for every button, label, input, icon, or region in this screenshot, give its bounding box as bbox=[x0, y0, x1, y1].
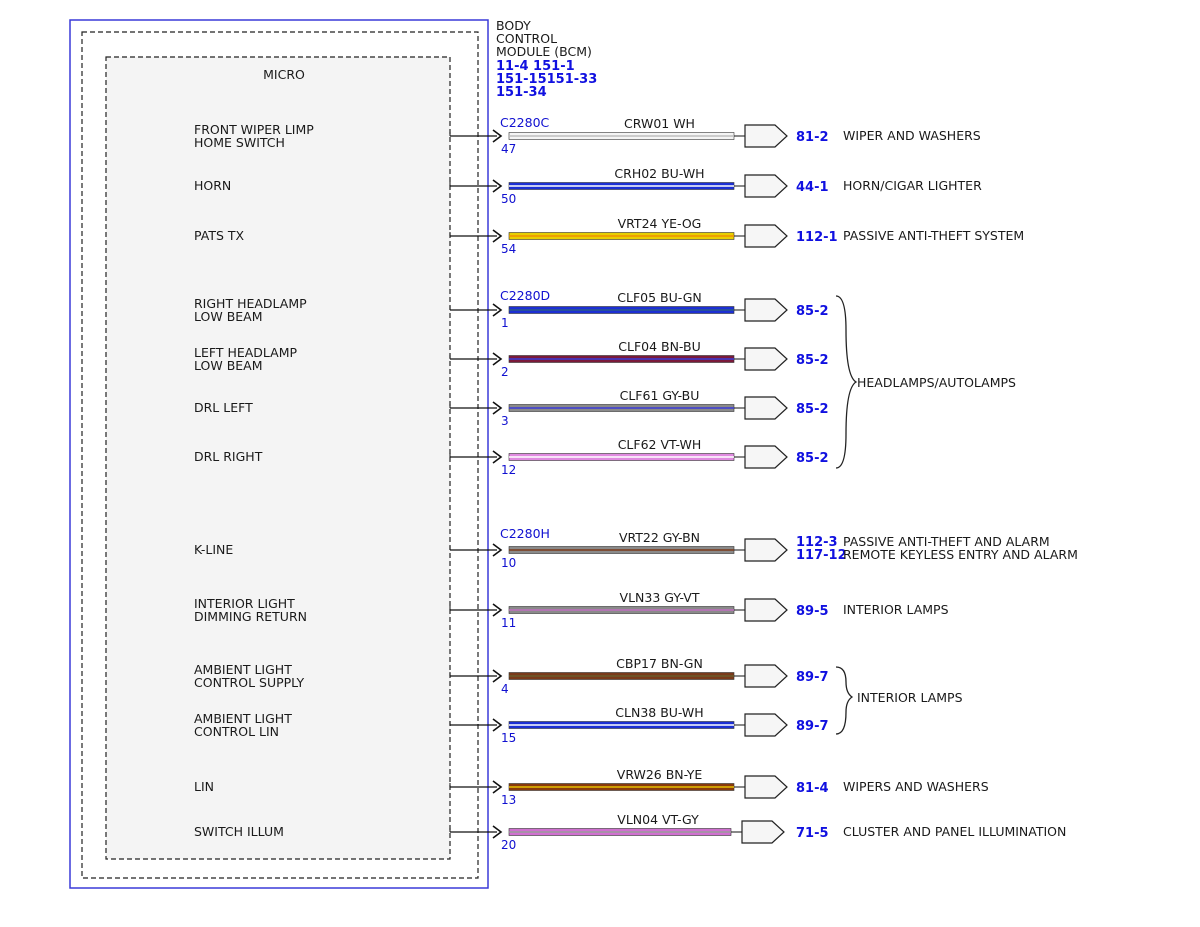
destination-label: WIPERS AND WASHERS bbox=[843, 779, 989, 794]
group-label: HEADLAMPS/AUTOLAMPS bbox=[857, 375, 1016, 390]
offpage-arrow-icon bbox=[744, 598, 788, 622]
offpage-arrow-icon bbox=[744, 298, 788, 322]
destination-label: HORN/CIGAR LIGHTER bbox=[843, 178, 982, 193]
micro-label: MICRO bbox=[263, 67, 305, 82]
wire-label: CRW01 WH bbox=[624, 116, 695, 131]
offpage-arrow-icon bbox=[744, 445, 788, 469]
offpage-arrow-icon bbox=[744, 124, 788, 148]
offpage-arrow-icon bbox=[744, 713, 788, 737]
pin-number: 54 bbox=[501, 242, 516, 256]
wire-label: VRT24 YE-OG bbox=[618, 216, 702, 231]
module-title: BODY CONTROL MODULE (BCM) 11-4 151-1 151… bbox=[496, 18, 597, 100]
module-ref: 151-34 bbox=[496, 85, 547, 100]
wiring-diagram: MICRO BODY CONTROL MODULE (BCM) 11-4 151… bbox=[69, 18, 1078, 889]
pin-function-label: K-LINE bbox=[194, 542, 233, 557]
wire-label: CRH02 BU-WH bbox=[614, 166, 704, 181]
wire-label: CLF61 GY-BU bbox=[620, 388, 700, 403]
pin-function-label: DIMMING RETURN bbox=[194, 609, 307, 624]
page-reference: 85-2 bbox=[796, 353, 829, 368]
page-reference: 81-2 bbox=[796, 130, 829, 145]
pin-number: 50 bbox=[501, 192, 516, 206]
page-reference: 89-7 bbox=[796, 670, 829, 685]
pin-function-label: LOW BEAM bbox=[194, 358, 263, 373]
offpage-arrow-icon bbox=[744, 174, 788, 198]
offpage-arrow-icon bbox=[741, 820, 785, 844]
destination-label: REMOTE KEYLESS ENTRY AND ALARM bbox=[843, 547, 1078, 562]
wire-label: CLN38 BU-WH bbox=[615, 705, 703, 720]
wire-label: CLF62 VT-WH bbox=[618, 437, 702, 452]
connector-id: C2280C bbox=[500, 115, 550, 130]
offpage-arrow-icon bbox=[744, 538, 788, 562]
page-reference: 44-1 bbox=[796, 180, 829, 195]
pin-function-label: CONTROL LIN bbox=[194, 724, 279, 739]
wire-label: VRT22 GY-BN bbox=[619, 530, 700, 545]
group-brace-headlamps: HEADLAMPS/AUTOLAMPS bbox=[835, 295, 1016, 469]
pin-function-label: DRL LEFT bbox=[194, 400, 253, 415]
destination-label: CLUSTER AND PANEL ILLUMINATION bbox=[843, 824, 1066, 839]
pin-function-label: HORN bbox=[194, 178, 231, 193]
page-reference: 85-2 bbox=[796, 304, 829, 319]
offpage-arrow-icon bbox=[744, 775, 788, 799]
offpage-arrow-icon bbox=[744, 664, 788, 688]
wire-label: VLN33 GY-VT bbox=[620, 590, 700, 605]
pin-function-label: HOME SWITCH bbox=[194, 135, 285, 150]
pin-number: 10 bbox=[501, 556, 516, 570]
pin-number: 11 bbox=[501, 616, 516, 630]
pin-function-label: LOW BEAM bbox=[194, 309, 263, 324]
pin-function-label: DRL RIGHT bbox=[194, 449, 263, 464]
group-label: INTERIOR LAMPS bbox=[857, 690, 963, 705]
pin-function-label: SWITCH ILLUM bbox=[194, 824, 284, 839]
destination-label: INTERIOR LAMPS bbox=[843, 602, 949, 617]
wire-label: VLN04 VT-GY bbox=[617, 812, 699, 827]
connector-id: C2280H bbox=[500, 526, 550, 541]
wire-label: VRW26 BN-YE bbox=[617, 767, 703, 782]
page-reference: 71-5 bbox=[796, 826, 829, 841]
page-reference: 81-4 bbox=[796, 781, 829, 796]
destination-label: WIPER AND WASHERS bbox=[843, 128, 981, 143]
group-brace-interior: INTERIOR LAMPS bbox=[835, 666, 963, 735]
page-reference: 117-12 bbox=[796, 548, 847, 563]
offpage-arrow-icon bbox=[744, 396, 788, 420]
page-reference: 89-5 bbox=[796, 604, 829, 619]
page-reference: 112-1 bbox=[796, 230, 838, 245]
pin-number: 20 bbox=[501, 838, 516, 852]
wire-label: CBP17 BN-GN bbox=[616, 656, 703, 671]
pin-function-label: PATS TX bbox=[194, 228, 244, 243]
module-title-line: MODULE (BCM) bbox=[496, 44, 592, 59]
page-reference: 85-2 bbox=[796, 402, 829, 417]
pin-function-label: LIN bbox=[194, 779, 214, 794]
pin-number: 12 bbox=[501, 463, 516, 477]
pin-number: 3 bbox=[501, 414, 509, 428]
pin-number: 47 bbox=[501, 142, 516, 156]
page-reference: 85-2 bbox=[796, 451, 829, 466]
offpage-arrow-icon bbox=[744, 347, 788, 371]
offpage-arrow-icon bbox=[744, 224, 788, 248]
page-reference: 89-7 bbox=[796, 719, 829, 734]
pin-number: 13 bbox=[501, 793, 516, 807]
pin-number: 15 bbox=[501, 731, 516, 745]
pin-number: 4 bbox=[501, 682, 509, 696]
connector-id: C2280D bbox=[500, 288, 550, 303]
pin-number: 1 bbox=[501, 316, 509, 330]
pin-number: 2 bbox=[501, 365, 509, 379]
pin-function-label: CONTROL SUPPLY bbox=[194, 675, 304, 690]
wire-label: CLF04 BN-BU bbox=[618, 339, 700, 354]
destination-label: PASSIVE ANTI-THEFT SYSTEM bbox=[843, 228, 1024, 243]
wire-label: CLF05 BU-GN bbox=[617, 290, 702, 305]
